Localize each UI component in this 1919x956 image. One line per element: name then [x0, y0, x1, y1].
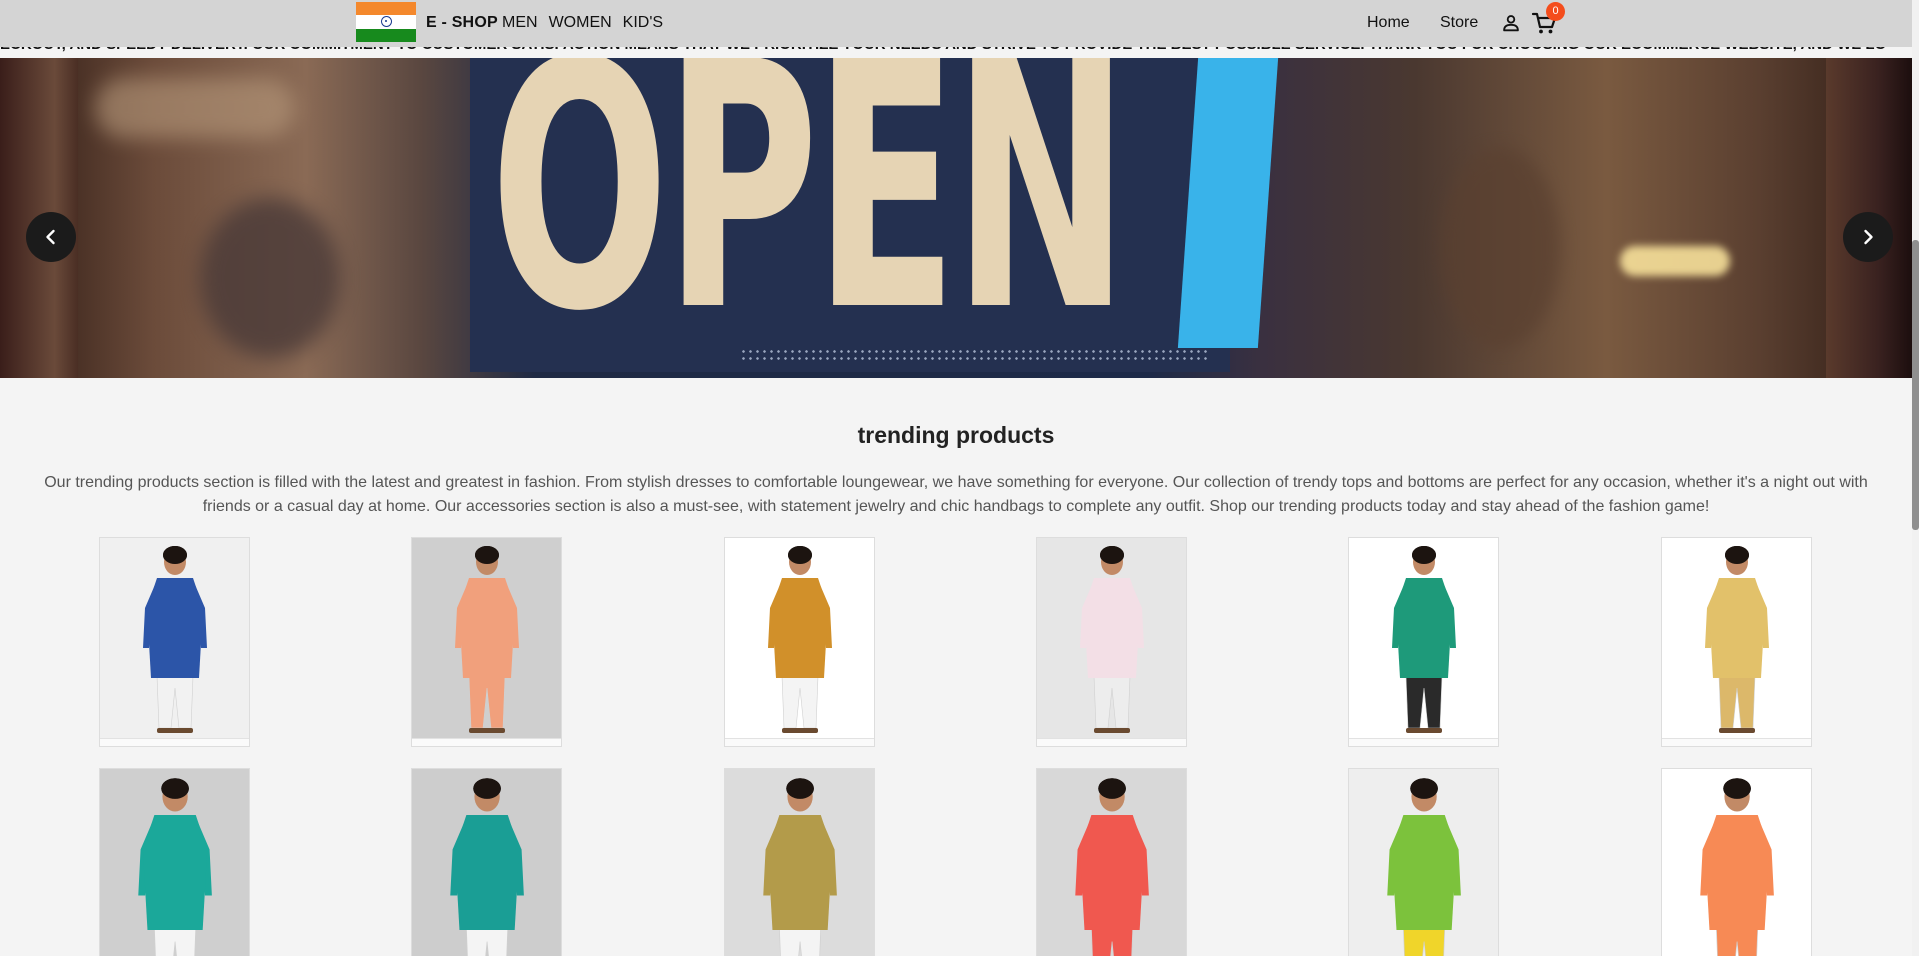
- product-image[interactable]: [1662, 538, 1811, 738]
- product-card[interactable]: [411, 768, 562, 956]
- product-card[interactable]: [1348, 537, 1499, 747]
- product-image[interactable]: [1037, 769, 1186, 956]
- category-nav: MEN WOMEN KID'S: [502, 14, 663, 32]
- trending-title: trending products: [857, 422, 1055, 448]
- product-image[interactable]: [1662, 769, 1811, 956]
- product-card-footer: [725, 738, 874, 746]
- product-card-footer: [1349, 738, 1498, 746]
- product-image[interactable]: [1037, 538, 1186, 738]
- nav-link-store[interactable]: Store: [1440, 14, 1478, 32]
- page-scrollbar[interactable]: [1912, 0, 1919, 956]
- product-card-footer: [1662, 738, 1811, 746]
- chevron-right-icon: [1864, 229, 1873, 245]
- product-card[interactable]: [99, 768, 250, 956]
- product-card[interactable]: [724, 537, 875, 747]
- nav-link-kids[interactable]: KID'S: [623, 14, 663, 32]
- cart-count-badge: 0: [1546, 2, 1565, 21]
- product-image[interactable]: [412, 769, 561, 956]
- product-card-footer: [412, 738, 561, 746]
- product-image[interactable]: [100, 538, 249, 738]
- brand-name[interactable]: E - SHOP: [426, 14, 498, 32]
- chevron-left-icon: [46, 229, 55, 245]
- open-sign-text: OPEN: [490, 58, 1129, 378]
- hero-carousel: OPEN: [0, 58, 1912, 378]
- nav-link-men[interactable]: MEN: [502, 14, 538, 32]
- product-image[interactable]: [725, 538, 874, 738]
- product-card-footer: [1037, 738, 1186, 746]
- product-image[interactable]: [1349, 769, 1498, 956]
- carousel-next-button[interactable]: [1843, 212, 1893, 262]
- product-card[interactable]: [1036, 768, 1187, 956]
- product-image[interactable]: [412, 538, 561, 738]
- product-card[interactable]: [99, 537, 250, 747]
- navbar: E - SHOP MEN WOMEN KID'S Home Store 0: [0, 0, 1912, 47]
- product-image[interactable]: [1349, 538, 1498, 738]
- user-icon[interactable]: [1500, 12, 1522, 34]
- product-card[interactable]: [724, 768, 875, 956]
- product-card[interactable]: [1348, 768, 1499, 956]
- nav-link-home[interactable]: Home: [1367, 14, 1410, 32]
- product-card[interactable]: [1661, 537, 1812, 747]
- product-card-footer: [100, 738, 249, 746]
- nav-link-women[interactable]: WOMEN: [549, 14, 612, 32]
- product-card[interactable]: [1036, 537, 1187, 747]
- product-image[interactable]: [100, 769, 249, 956]
- carousel-prev-button[interactable]: [26, 212, 76, 262]
- scrollbar-thumb[interactable]: [1912, 240, 1919, 530]
- india-flag-icon[interactable]: [356, 2, 416, 42]
- product-card[interactable]: [1661, 768, 1812, 956]
- product-card[interactable]: [411, 537, 562, 747]
- product-image[interactable]: [725, 769, 874, 956]
- trending-description: Our trending products section is filled …: [44, 474, 1868, 515]
